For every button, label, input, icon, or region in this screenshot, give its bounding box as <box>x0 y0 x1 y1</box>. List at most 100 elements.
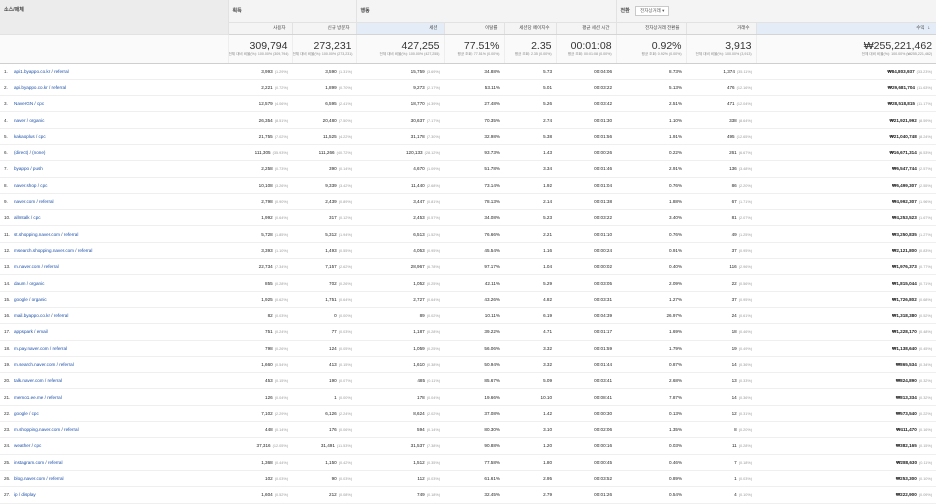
source-link[interactable]: m.naver.com / referral <box>14 264 59 269</box>
cell-pages: 1.20 <box>504 437 557 455</box>
cell-transactions: 49 (1.25%) <box>686 225 757 243</box>
source-link[interactable]: NaverGN / cpc <box>14 101 44 106</box>
row-source-medium: 1. api1.byappo.co.kr / referral <box>0 63 228 80</box>
dimension-header[interactable]: 소스/매체 <box>0 0 228 35</box>
col-duration[interactable]: 평균 세션 시간 <box>555 22 617 35</box>
cell-bounce: 43.26% <box>444 291 505 308</box>
source-link[interactable]: m.search.naver.com / referral <box>14 362 74 367</box>
source-link[interactable]: memo1.ee.me / referral <box>14 395 62 400</box>
cell-duration: 00:01:26 <box>556 486 617 504</box>
col-new-users[interactable]: 신규 방문자 <box>291 22 357 35</box>
col-bounce[interactable]: 이탈률 <box>443 22 505 35</box>
cell-users: 1,660 (0.54%) <box>228 356 292 374</box>
cell-users: 10,108 (3.26%) <box>228 177 292 194</box>
source-link[interactable]: naver / organic <box>14 118 44 123</box>
table-row: 17. appspark / email 751 (0.24%) 77 (0.03%) 1,… <box>0 323 936 341</box>
chevron-down-icon: ▾ <box>662 7 665 13</box>
cell-new-users: 0 (0.00%) <box>292 307 357 325</box>
table-row: 2. api.byappo.co.kr / referral 2,221 (0.72%… <box>0 79 936 97</box>
source-link[interactable]: api.byappo.co.kr / referral <box>14 85 66 90</box>
cell-duration: 00:01:59 <box>556 340 617 357</box>
source-link[interactable]: ip / display <box>14 492 36 497</box>
source-link[interactable]: m.shopping.naver.com / referral <box>14 427 79 432</box>
cell-new-users: 90 (0.03%) <box>292 470 357 488</box>
source-link[interactable]: google / cpc <box>14 411 39 416</box>
cell-duration: 00:02:06 <box>556 421 617 439</box>
cell-new-users: 1 (0.00%) <box>292 388 357 406</box>
cell-duration: 00:04:39 <box>556 307 617 325</box>
cell-bounce: 32.45% <box>444 486 505 504</box>
col-users[interactable]: 사용자 <box>227 22 292 35</box>
source-link[interactable]: mail.byappo.co.kr / referral <box>14 313 68 318</box>
cell-pages: 1.80 <box>504 454 557 471</box>
source-link[interactable]: talk.naver.com / referral <box>14 378 62 383</box>
cell-new-users: 31,491 (11.53%) <box>292 437 357 455</box>
cell-revenue: ₩865,534 (0.34%) <box>756 356 936 374</box>
col-conversion-rate[interactable]: 전자상거래 전환율 <box>615 22 687 35</box>
cell-bounce: 32.98% <box>444 128 505 145</box>
cell-pages: 1.04 <box>504 258 557 276</box>
cell-sessions: 18,770 (4.39%) <box>356 95 445 113</box>
cell-revenue: ₩1,318,380 (0.52%) <box>756 307 936 325</box>
cell-duration: 00:00:45 <box>556 454 617 471</box>
source-link[interactable]: instagram.com / referral <box>14 460 63 465</box>
source-link[interactable]: daum / organic <box>14 281 44 286</box>
cell-duration: 00:00:30 <box>556 405 617 423</box>
cell-sessions: 9,273 (2.17%) <box>356 79 445 97</box>
row-source-medium: 15. google / organic <box>0 291 228 308</box>
col-sessions[interactable]: 세션 <box>355 22 445 35</box>
cell-users: 448 (0.14%) <box>228 421 292 439</box>
table-row: 7. byappo / push 2,258 (0.73%) 390 (0.14%) 4,6… <box>0 160 936 178</box>
col-transactions[interactable]: 거래수 <box>685 22 757 35</box>
source-link[interactable]: st.shopping.naver.com / referral <box>14 232 78 237</box>
table-row: 1. api1.byappo.co.kr / referral 3,993 (1.29… <box>0 63 936 80</box>
source-link[interactable]: byappo / push <box>14 166 43 171</box>
cell-sessions: 1,059 (0.25%) <box>356 340 445 357</box>
source-link[interactable]: google / organic <box>14 297 47 302</box>
source-link[interactable]: appspark / email <box>14 329 48 334</box>
cell-new-users: 2,439 (0.89%) <box>292 193 357 211</box>
row-source-medium: 22. google / cpc <box>0 405 228 423</box>
cell-bounce: 19.66% <box>444 388 505 406</box>
cell-conversion-rate: 0.03% <box>616 437 687 455</box>
cell-conversion-rate: 0.89% <box>616 470 687 488</box>
cell-users: 1,604 (0.52%) <box>228 486 292 504</box>
cell-new-users: 9,339 (3.42%) <box>292 177 357 194</box>
cell-pages: 5.73 <box>504 63 557 80</box>
cell-users: 2,798 (0.90%) <box>228 193 292 211</box>
cell-sessions: 749 (0.18%) <box>356 486 445 504</box>
table-row: 6. (direct) / (none) 111,305 (35.93%) 111,26… <box>0 144 936 162</box>
row-source-medium: 2. api.byappo.co.kr / referral <box>0 79 228 97</box>
cell-new-users: 6,595 (2.41%) <box>292 95 357 113</box>
cell-new-users: 317 (0.12%) <box>292 209 357 227</box>
cell-new-users: 212 (0.08%) <box>292 486 357 504</box>
col-revenue[interactable]: 수익 ↓ <box>755 22 936 35</box>
source-link[interactable]: naver.com / referral <box>14 199 54 204</box>
col-pages[interactable]: 세션당 페이지수 <box>503 22 557 35</box>
source-link[interactable]: m.pay.naver.com / referral <box>14 346 67 351</box>
source-link[interactable]: blog.naver.com / referral <box>14 476 64 481</box>
source-link[interactable]: (direct) / (none) <box>14 150 45 155</box>
cell-sessions: 3,447 (0.81%) <box>356 193 445 211</box>
cell-new-users: 5,312 (1.94%) <box>292 225 357 243</box>
source-link[interactable]: kakaoplus / cpc <box>14 134 46 139</box>
cell-pages: 2.79 <box>504 486 557 504</box>
cell-sessions: 6,513 (1.52%) <box>356 225 445 243</box>
row-source-medium: 14. daum / organic <box>0 274 228 292</box>
cell-sessions: 1,610 (0.38%) <box>356 356 445 374</box>
cell-sessions: 1,512 (0.35%) <box>356 454 445 471</box>
source-link[interactable]: naver.shop / cpc <box>14 183 47 188</box>
conversion-select[interactable]: 전자상거래 ▾ <box>635 5 670 16</box>
source-link[interactable]: msearch.shopping.naver.com / referral <box>14 248 92 253</box>
cell-conversion-rate: 2.91% <box>616 160 687 178</box>
source-link[interactable]: allmtalk / cpc <box>14 215 41 220</box>
cell-sessions: 594 (0.14%) <box>356 421 445 439</box>
cell-sessions: 1,052 (0.25%) <box>356 274 445 292</box>
source-link[interactable]: weather / cpc <box>14 443 41 448</box>
cell-transactions: 7 (0.18%) <box>686 454 757 471</box>
source-link[interactable]: api1.byappo.co.kr / referral <box>14 69 69 74</box>
cell-bounce: 34.88% <box>444 63 505 80</box>
table-row: 27. ip / display 1,604 (0.52%) 212 (0.08%) 749… <box>0 486 936 504</box>
cell-revenue: ₩411,470 (0.16%) <box>756 421 936 439</box>
row-source-medium: 13. m.naver.com / referral <box>0 258 228 276</box>
